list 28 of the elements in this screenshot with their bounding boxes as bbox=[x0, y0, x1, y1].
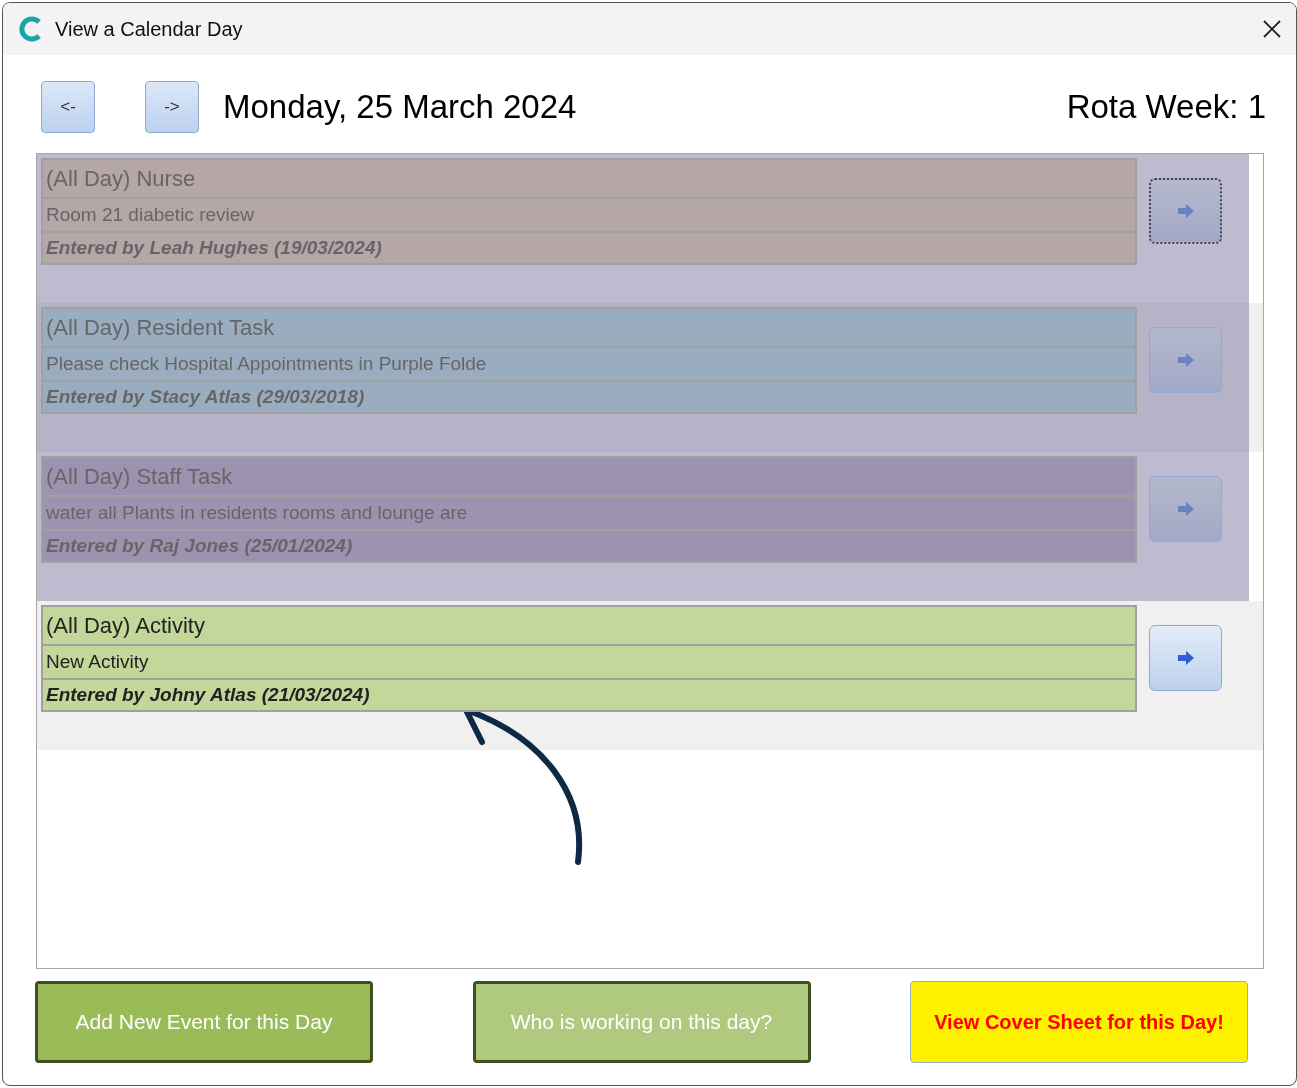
arrow-right-icon bbox=[1176, 203, 1195, 219]
rota-week-label: Rota Week: 1 bbox=[1066, 88, 1266, 126]
arrow-right-icon bbox=[1176, 501, 1195, 517]
window-title: View a Calendar Day bbox=[55, 17, 244, 41]
event-title: (All Day) Nurse bbox=[45, 164, 197, 193]
event-description: Please check Hospital Appointments in Purple Folde bbox=[43, 346, 1135, 380]
next-day-button[interactable]: -> bbox=[145, 81, 199, 133]
app-logo-icon bbox=[19, 16, 43, 42]
event-description: New Activity bbox=[43, 644, 1135, 678]
close-icon[interactable] bbox=[1262, 19, 1282, 39]
open-event-button[interactable] bbox=[1149, 625, 1222, 691]
action-button[interactable]: View Cover Sheet for this Day! bbox=[910, 981, 1248, 1063]
action-button[interactable]: Who is working on this day? bbox=[472, 981, 811, 1063]
previous-day-button[interactable]: <- bbox=[41, 81, 95, 133]
event-description: Room 21 diabetic review bbox=[43, 197, 1135, 231]
arrow-right-icon bbox=[1176, 650, 1195, 666]
event-title: (All Day) Staff Task bbox=[45, 462, 234, 491]
arrow-right-icon bbox=[1176, 352, 1195, 368]
event-entered-by: Entered by Johny Atlas (21/03/2024) bbox=[43, 678, 1135, 710]
action-button[interactable]: Add New Event for this Day bbox=[35, 981, 373, 1063]
event-entered-by: Entered by Leah Hughes (19/03/2024) bbox=[43, 231, 1135, 263]
event-entered-by: Entered by Stacy Atlas (29/03/2018) bbox=[43, 380, 1135, 412]
event-title: (All Day) Activity bbox=[45, 611, 206, 640]
open-event-button[interactable] bbox=[1149, 178, 1222, 244]
event-title: (All Day) Resident Task bbox=[45, 313, 276, 342]
event-description: water all Plants in residents rooms and lounge are bbox=[43, 495, 1135, 529]
event-entered-by: Entered by Raj Jones (25/01/2024) bbox=[43, 529, 1135, 561]
date-heading: Monday, 25 March 2024 bbox=[223, 88, 578, 126]
